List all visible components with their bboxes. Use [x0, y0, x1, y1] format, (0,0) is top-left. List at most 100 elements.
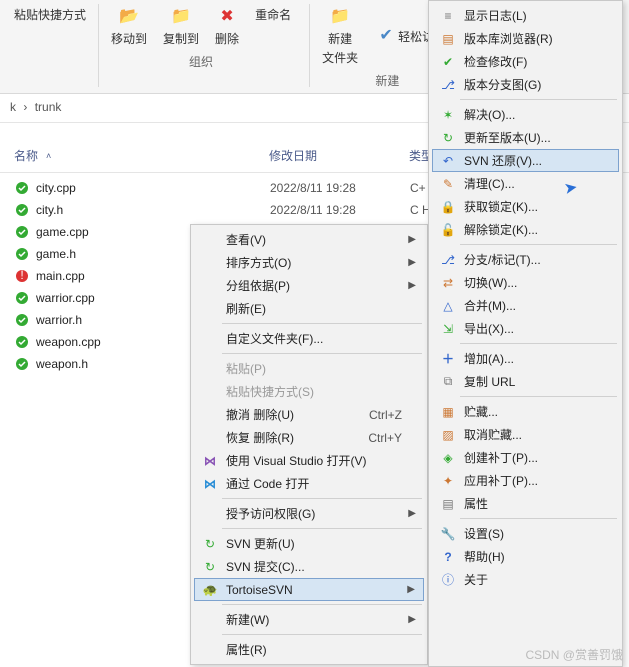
unstash-icon: ▨	[438, 427, 458, 443]
patch-icon: ◈	[438, 450, 458, 466]
menu-item[interactable]: 🐢TortoiseSVN▶	[194, 578, 424, 601]
settings-icon: 🔧	[438, 526, 458, 542]
menu-item[interactable]: ↻SVN 更新(U)	[194, 532, 424, 555]
menu-item[interactable]: 分组依据(P)▶	[194, 274, 424, 297]
menu-item[interactable]: ? 帮助(H)	[432, 545, 619, 568]
copy-to-button[interactable]: 📁 复制到	[155, 2, 207, 49]
menu-item[interactable]: 🔧设置(S)	[432, 522, 619, 545]
file-date: 2022/8/11 19:28	[270, 203, 410, 217]
menu-item-label: SVN 还原(V)...	[464, 152, 542, 169]
submenu-arrow-icon: ▶	[408, 508, 416, 519]
menu-item[interactable]: ＋ 增加(A)...	[432, 347, 619, 370]
menu-item[interactable]: ▨取消贮藏...	[432, 423, 619, 446]
menu-item[interactable]: ↻更新至版本(U)...	[432, 126, 619, 149]
menu-item[interactable]: ⓘ关于	[432, 568, 619, 591]
menu-item-label: 显示日志(L)	[464, 7, 527, 24]
menu-item[interactable]: 排序方式(O)▶	[194, 251, 424, 274]
help-icon: ?	[438, 549, 458, 565]
delete-button[interactable]: ✖ 删除	[207, 2, 247, 49]
rename-button[interactable]: 重命名	[247, 2, 299, 49]
menu-item[interactable]: 刷新(E)	[194, 297, 424, 320]
file-status-icon	[14, 203, 30, 217]
menu-item[interactable]: ⋈使用 Visual Studio 打开(V)	[194, 449, 424, 472]
menu-item[interactable]: ⋈通过 Code 打开	[194, 472, 424, 495]
paste-shortcut-button[interactable]: 粘贴快捷方式	[6, 2, 94, 25]
menu-item[interactable]: ▤属性	[432, 492, 619, 515]
blank-icon	[200, 301, 220, 317]
delete-icon: ✖	[215, 4, 239, 28]
svn-commit-icon: ↻	[200, 559, 220, 575]
menu-item[interactable]: ✦应用补丁(P)...	[432, 469, 619, 492]
menu-item[interactable]: ▤版本库浏览器(R)	[432, 27, 619, 50]
menu-item[interactable]: ↶ SVN 还原(V)...	[432, 149, 619, 172]
merge-icon: △	[438, 298, 458, 314]
menu-item[interactable]: ≡显示日志(L)	[432, 4, 619, 27]
file-status-icon	[14, 313, 30, 327]
menu-item[interactable]: 查看(V)▶	[194, 228, 424, 251]
watermark: CSDN @赏善罚饿	[525, 646, 623, 663]
blank-icon	[200, 430, 220, 446]
menu-item[interactable]: ▦贮藏...	[432, 400, 619, 423]
file-date: 2022/8/11 19:28	[270, 181, 410, 195]
menu-item-label: 切换(W)...	[464, 274, 517, 291]
revert-icon: ↶	[438, 153, 458, 169]
menu-item[interactable]: ⇄ 切换(W)...	[432, 271, 619, 294]
menu-item[interactable]: ⎇版本分支图(G)	[432, 73, 619, 96]
menu-item[interactable]: 🔒 获取锁定(K)...	[432, 195, 619, 218]
repo-icon: ▤	[438, 31, 458, 47]
menu-item[interactable]: ⎇分支/标记(T)...	[432, 248, 619, 271]
add-icon: ＋	[438, 351, 458, 367]
blank-icon	[200, 361, 220, 377]
blank-icon	[200, 407, 220, 423]
menu-item-label: 属性	[464, 495, 488, 512]
column-header-name[interactable]: 名称˄	[14, 147, 269, 164]
easy-access-icon: ✔	[374, 23, 398, 47]
menu-item[interactable]: ✎清理(C)...	[432, 172, 619, 195]
column-header-date[interactable]: 修改日期	[269, 147, 409, 164]
new-folder-icon: 📁	[328, 4, 352, 28]
menu-item-label: 授予访问权限(G)	[226, 505, 315, 522]
switch-icon: ⇄	[438, 275, 458, 291]
file-status-icon	[14, 181, 30, 195]
menu-item[interactable]: 自定义文件夹(F)...	[194, 327, 424, 350]
ribbon-group-organize: 📂 移动到 📁 复制到 ✖ 删除 重命名 组织	[103, 2, 299, 70]
menu-item[interactable]: 恢复 删除(R)Ctrl+Y	[194, 426, 424, 449]
menu-item-label: 刷新(E)	[226, 300, 266, 317]
menu-item[interactable]: ⇲导出(X)...	[432, 317, 619, 340]
menu-item-label: 通过 Code 打开	[226, 475, 309, 492]
menu-item[interactable]: 授予访问权限(G) ▶	[194, 502, 424, 525]
menu-item-label: 使用 Visual Studio 打开(V)	[226, 452, 367, 469]
file-status-icon	[14, 225, 30, 239]
submenu-arrow-icon: ▶	[408, 614, 416, 625]
menu-item-label: 增加(A)...	[464, 350, 514, 367]
blank-icon	[200, 384, 220, 400]
menu-item[interactable]: 新建(W) ▶	[194, 608, 424, 631]
check-icon: ✔	[438, 54, 458, 70]
menu-item-label: 帮助(H)	[464, 548, 505, 565]
menu-item-label: 获取锁定(K)...	[464, 198, 538, 215]
submenu-arrow-icon: ▶	[408, 234, 416, 245]
menu-item-label: 新建(W)	[226, 611, 269, 628]
menu-item[interactable]: ↻SVN 提交(C)...	[194, 555, 424, 578]
export-icon: ⇲	[438, 321, 458, 337]
lock-icon: 🔒	[438, 199, 458, 215]
menu-item[interactable]: ◈创建补丁(P)...	[432, 446, 619, 469]
menu-item[interactable]: 撤消 删除(U)Ctrl+Z	[194, 403, 424, 426]
menu-item[interactable]: △合并(M)...	[432, 294, 619, 317]
blank-icon	[200, 255, 220, 271]
update-icon: ↻	[438, 130, 458, 146]
move-to-button[interactable]: 📂 移动到	[103, 2, 155, 49]
menu-item: 粘贴(P)	[194, 357, 424, 380]
context-menu: 查看(V)▶排序方式(O)▶分组依据(P)▶ 刷新(E) 自定义文件夹(F)... 粘…	[190, 224, 428, 665]
tortoise-icon: 🐢	[200, 582, 220, 598]
resolve-icon: ✶	[438, 107, 458, 123]
menu-item[interactable]: 🔓解除锁定(K)...	[432, 218, 619, 241]
menu-item[interactable]: ✶解决(O)...	[432, 103, 619, 126]
menu-item[interactable]: ✔检查修改(F)	[432, 50, 619, 73]
submenu-arrow-icon: ▶	[407, 584, 415, 595]
new-folder-button[interactable]: 📁 新建 文件夹	[314, 2, 366, 68]
menu-item[interactable]: 属性(R)	[194, 638, 424, 661]
blank-icon	[200, 612, 220, 628]
menu-item[interactable]: ⧉复制 URL	[432, 370, 619, 393]
apply-icon: ✦	[438, 473, 458, 489]
